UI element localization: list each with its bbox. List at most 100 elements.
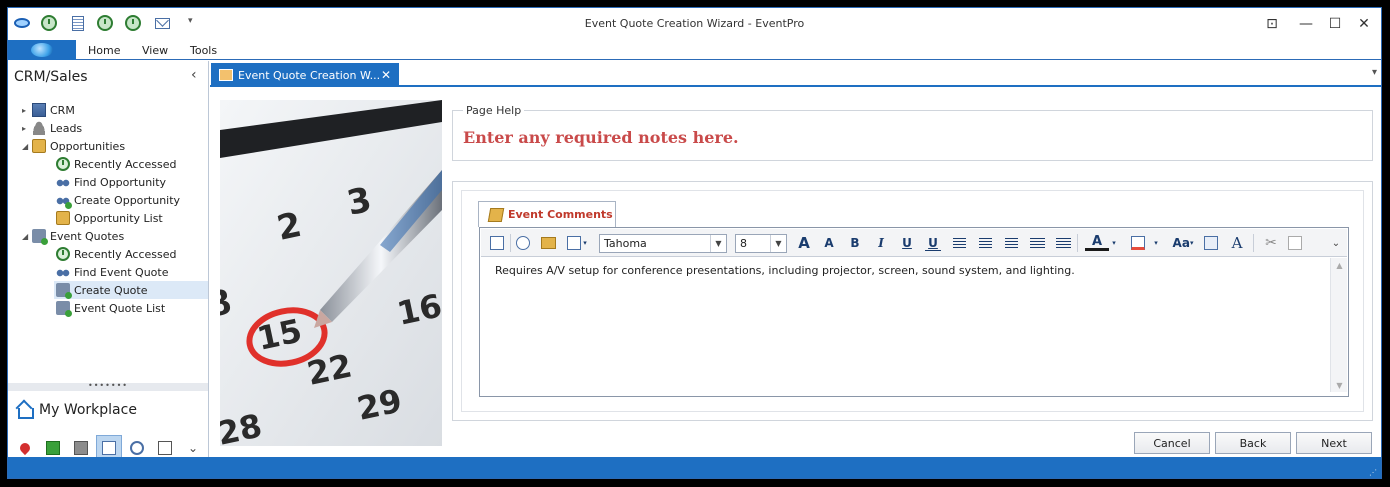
sidebar-item-opp-recently-accessed[interactable]: Recently Accessed [56,155,177,173]
change-case-button[interactable]: Aa ▾ [1169,235,1197,251]
next-button[interactable]: Next [1296,432,1372,454]
highlight-color-icon[interactable] [1127,235,1149,251]
quote-icon [32,229,48,245]
font-size-select[interactable]: 8 ▼ [735,234,787,253]
double-underline-button[interactable]: U [925,235,941,251]
expand-arrow-icon[interactable]: ▸ [22,106,32,115]
rich-text-editor: ▾ Tahoma ▼ 8 ▼ A A B I U U A ▾ ▾ Aa ▾ A … [479,227,1349,397]
increase-indent-icon[interactable] [1055,235,1071,251]
title-bar: ▾ Event Quote Creation Wizard - EventPro… [8,8,1381,40]
tab-event-quote-creation-wizard[interactable]: Event Quote Creation W... ✕ [211,63,399,87]
sidebar-item-quote-recently-accessed[interactable]: Recently Accessed [56,245,177,263]
sidebar-title: CRM/Sales [14,69,88,85]
ribbon-tabs: Home View Tools [8,40,1381,60]
wizard-content: 2 3 8 15 16 22 29 28 Page Help Enter any… [210,89,1381,457]
folder-icon [56,211,70,225]
decrease-indent-icon[interactable] [1029,235,1045,251]
edit-icon[interactable] [515,235,531,251]
sidebar-item-label: Opportunity List [74,211,163,225]
tab-event-comments[interactable]: Event Comments [478,201,616,227]
sidebar-item-find-event-quote[interactable]: Find Event Quote [56,263,168,281]
folder-icon [32,139,46,153]
multilevel-list-icon[interactable] [1003,235,1019,251]
save-dropdown-icon[interactable]: ▾ [565,235,589,251]
chevron-down-icon[interactable]: ▾ [1151,235,1161,251]
page-help-text: Enter any required notes here. [463,128,739,147]
binoculars-icon [56,175,70,189]
sidebar-item-label: Event Quote List [74,301,166,315]
open-folder-icon[interactable] [539,235,557,251]
chevron-down-icon[interactable]: ▼ [770,235,786,252]
sidebar-item-label: Recently Accessed [74,157,177,171]
sidebar-item-find-opportunity[interactable]: Find Opportunity [56,173,166,191]
bullet-list-icon[interactable] [951,235,967,251]
sidebar-item-label: Create Opportunity [74,193,181,207]
eventpro-logo-icon [31,43,53,57]
sidebar-item-opportunity-list[interactable]: Opportunity List [56,209,163,227]
cancel-button[interactable]: Cancel [1134,432,1210,454]
expand-arrow-icon[interactable]: ▸ [22,124,32,133]
toolbar-overflow-chevron-icon[interactable]: ⌄ [1329,235,1343,251]
page-help-group: Page Help Enter any required notes here. [452,104,1373,161]
resize-grip-icon[interactable]: ⋰ [1369,468,1377,477]
font-color-button[interactable]: A [1085,234,1109,251]
status-bar: ⋰ [8,457,1381,478]
font-family-select[interactable]: Tahoma ▼ [599,234,727,253]
new-document-icon[interactable] [489,235,505,251]
sidebar-item-create-quote[interactable]: Create Quote [54,281,208,299]
event-comments-panel: Event Comments ▾ Tahoma ▼ 8 ▼ A A B I U … [461,190,1364,412]
tab-tools[interactable]: Tools [190,44,217,57]
comments-text-area[interactable]: Requires A/V setup for conference presen… [481,258,1329,392]
sidebar-item-crm[interactable]: ▸ CRM [22,101,75,119]
spell-check-icon[interactable] [1203,235,1219,251]
close-tab-button[interactable]: ✕ [381,68,391,82]
grow-font-button[interactable]: A [795,234,813,252]
scroll-up-icon[interactable]: ▲ [1331,258,1348,272]
my-workplace-button[interactable]: My Workplace [16,402,137,419]
sidebar-item-label: Opportunities [50,139,126,153]
bold-button[interactable]: B [847,235,863,251]
home-icon [16,402,34,419]
font-family-value: Tahoma [604,237,647,250]
chevron-down-icon[interactable]: ▼ [710,235,726,252]
sidebar-item-leads[interactable]: ▸ Leads [22,119,82,137]
scroll-down-icon[interactable]: ▼ [1331,378,1348,392]
sidebar-item-create-opportunity[interactable]: Create Opportunity [56,191,180,209]
italic-button[interactable]: I [873,235,889,251]
font-size-value: 8 [740,237,747,250]
document-tab-strip: Event Quote Creation W... ✕ ▾ [210,61,1381,87]
collapse-arrow-icon[interactable]: ◢ [22,142,32,151]
sidebar-item-event-quotes[interactable]: ◢ Event Quotes [22,227,124,245]
underline-button[interactable]: U [899,235,915,251]
svg-text:28: 28 [220,406,265,446]
back-button[interactable]: Back [1215,432,1291,454]
shrink-font-button[interactable]: A [821,235,837,251]
sidebar-item-label: Recently Accessed [74,247,177,261]
sidebar-item-event-quote-list[interactable]: Event Quote List [56,299,165,317]
sidebar-splitter[interactable]: ••••••• [8,382,208,391]
clock-icon [56,247,70,261]
collapse-arrow-icon[interactable]: ◢ [22,232,32,241]
chevron-down-icon[interactable]: ▾ [1109,235,1119,251]
window-title: Event Quote Creation Wizard - EventPro [584,17,805,30]
tab-list-dropdown[interactable]: ▾ [1372,67,1377,78]
tab-home[interactable]: Home [88,44,120,57]
collapse-sidebar-button[interactable]: ‹ [191,67,197,83]
quote-icon [56,301,72,317]
app-window: ▾ Event Quote Creation Wizard - EventPro… [7,7,1382,479]
sidebar-item-opportunities[interactable]: ◢ Opportunities [22,137,125,155]
tab-view[interactable]: View [142,44,168,57]
restore-window-button[interactable]: ⊡ [1261,14,1283,34]
cut-icon[interactable]: ✂ [1263,235,1279,251]
clear-formatting-button[interactable]: A [1229,234,1245,252]
vertical-scrollbar[interactable]: ▲ ▼ [1330,258,1347,392]
maximize-button[interactable]: ☐ [1324,14,1346,34]
event-comments-group: Event Comments ▾ Tahoma ▼ 8 ▼ A A B I U … [452,181,1373,421]
minimize-button[interactable]: — [1295,14,1317,34]
copy-icon[interactable] [1287,235,1303,251]
close-button[interactable]: ✕ [1353,14,1375,34]
sidebar-item-label: Find Event Quote [74,265,169,279]
wizard-icon [219,69,233,81]
numbered-list-icon[interactable] [977,235,993,251]
file-menu-button[interactable] [8,40,76,60]
